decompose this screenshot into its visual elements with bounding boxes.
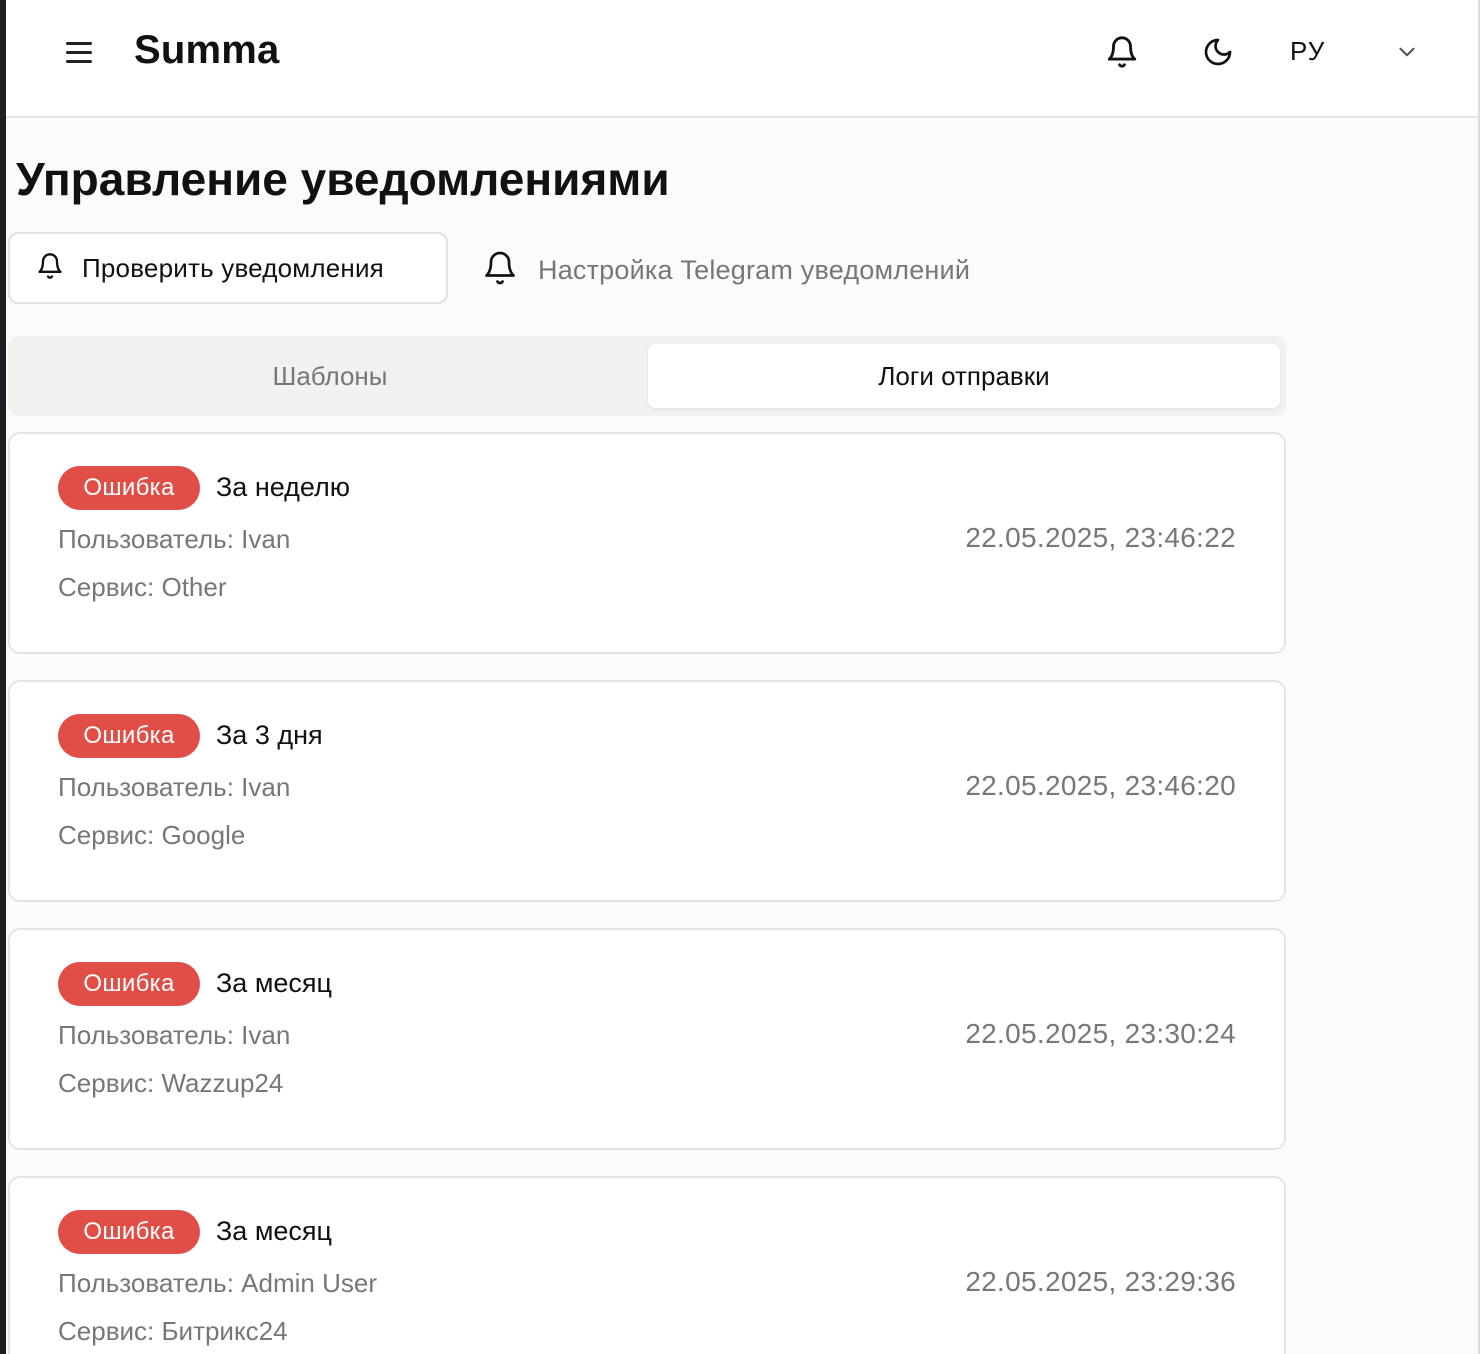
- log-timestamp: 22.05.2025, 23:46:22: [965, 522, 1236, 553]
- log-card[interactable]: Ошибка За неделю Пользователь: Ivan Серв…: [8, 432, 1286, 654]
- telegram-settings-label: Настройка Telegram уведомлений: [538, 254, 971, 285]
- log-timestamp: 22.05.2025, 23:29:36: [965, 1266, 1236, 1297]
- log-timestamp: 22.05.2025, 23:30:24: [965, 1018, 1236, 1049]
- log-period: За месяц: [216, 1216, 332, 1246]
- log-user: Пользователь: Ivan: [58, 772, 291, 802]
- app-window: Summa РУ Управление уведомлениями Провер…: [0, 0, 1480, 1354]
- log-card[interactable]: Ошибка За 3 дня Пользователь: Ivan Серви…: [8, 680, 1286, 902]
- tab-send-logs[interactable]: Логи отправки: [648, 344, 1280, 408]
- log-service: Сервис: Other: [58, 572, 227, 602]
- log-timestamp: 22.05.2025, 23:46:20: [965, 770, 1236, 801]
- log-user: Пользователь: Admin User: [58, 1268, 377, 1298]
- menu-icon[interactable]: [62, 36, 106, 70]
- tab-bar: Шаблоны Логи отправки: [8, 336, 1286, 416]
- chevron-down-icon[interactable]: [1390, 36, 1424, 68]
- app-title[interactable]: Summa: [134, 28, 280, 73]
- page-title: Управление уведомлениями: [16, 153, 670, 205]
- moon-icon[interactable]: [1198, 32, 1238, 72]
- status-badge: Ошибка: [58, 1210, 200, 1254]
- bell-icon: [482, 248, 518, 293]
- language-selector[interactable]: РУ: [1290, 36, 1325, 67]
- log-service: Сервис: Wazzup24: [58, 1068, 284, 1098]
- tab-templates[interactable]: Шаблоны: [16, 344, 644, 408]
- log-period: За месяц: [216, 968, 332, 998]
- log-user: Пользователь: Ivan: [58, 1020, 291, 1050]
- status-badge: Ошибка: [58, 962, 200, 1006]
- log-period: За 3 дня: [216, 720, 323, 750]
- log-card[interactable]: Ошибка За месяц Пользователь: Ivan Серви…: [8, 928, 1286, 1150]
- bell-icon[interactable]: [1102, 32, 1142, 72]
- log-period: За неделю: [216, 472, 351, 502]
- log-service: Сервис: Google: [58, 820, 246, 850]
- status-badge: Ошибка: [58, 466, 200, 510]
- log-card[interactable]: Ошибка За месяц Пользователь: Admin User…: [8, 1176, 1286, 1354]
- top-header: Summa РУ: [6, 0, 1478, 118]
- check-notifications-label: Проверить уведомления: [82, 252, 384, 283]
- status-badge: Ошибка: [58, 714, 200, 758]
- log-user: Пользователь: Ivan: [58, 524, 291, 554]
- bell-icon: [36, 251, 64, 286]
- log-service: Сервис: Битрикс24: [58, 1316, 288, 1346]
- check-notifications-button[interactable]: Проверить уведомления: [8, 232, 448, 304]
- telegram-settings-link[interactable]: Настройка Telegram уведомлений: [482, 244, 970, 296]
